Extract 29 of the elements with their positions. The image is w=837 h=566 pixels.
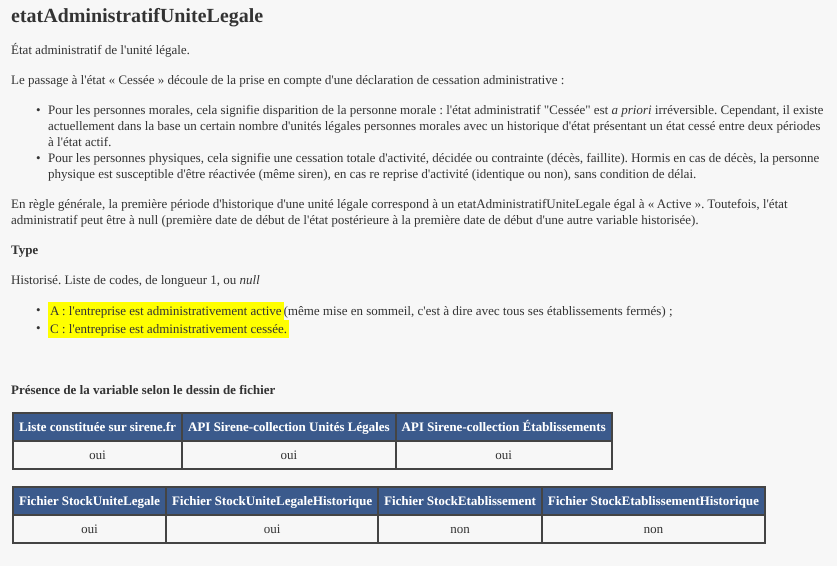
- table-cell: oui: [13, 441, 182, 469]
- type-text: Historisé. Liste de codes, de longueur 1, ou null: [11, 272, 261, 288]
- description-text: État administratif de l'unité légale.: [11, 42, 191, 58]
- table-cell: oui: [396, 441, 612, 469]
- bullet: •: [36, 102, 42, 118]
- bullet: •: [36, 302, 42, 318]
- list-item: Pour les personnes morales, cela signifie disparition de la personne morale : l'état administratif "Cessée" est a priori irréversible. Cependant, il existe actuellement dans la base un certain nombre d'unités légales personnes morales avec un historique d'état présentant un état cessé entre deux périodes à l'état actif.: [48, 102, 824, 150]
- bullet: •: [36, 320, 42, 336]
- intro-text: Le passage à l'état « Cessée » découle de la prise en compte d'une déclaration de cessation administrative :: [11, 72, 566, 88]
- bullet: •: [36, 150, 42, 166]
- column-header: Fichier StockEtablissementHistorique: [542, 487, 765, 515]
- column-header: Fichier StockUniteLegale: [13, 487, 166, 515]
- column-header: API Sirene-collection Établissements: [396, 413, 612, 441]
- column-header: Fichier StockEtablissement: [378, 487, 542, 515]
- page-title: etatAdministratifUniteLegale: [11, 4, 264, 28]
- section-heading: Présence de la variable selon le dessin de fichier: [11, 382, 276, 398]
- table-cell: oui: [166, 515, 378, 543]
- column-header: Liste constituée sur sirene.fr: [13, 413, 182, 441]
- section-heading: Type: [11, 242, 40, 258]
- list-item: Pour les personnes physiques, cela signifie une cessation totale d'activité, décidée ou contrainte (décès, faillite). Hormis en cas de décès, la personne physique est susceptible d'être réactivée (même siren), en cas re reprise d'activité (identique ou non), sans condition de délai.: [48, 150, 820, 182]
- table-cell: non: [378, 515, 542, 543]
- column-header: API Sirene-collection Unités Légales: [182, 413, 396, 441]
- column-header: Fichier StockUniteLegaleHistorique: [166, 487, 378, 515]
- table-cell: oui: [13, 515, 166, 543]
- list-item: A : l'entreprise est administrativement active(même mise en sommeil, c'est à dire avec tous ses établissements fermés) ;: [48, 302, 673, 320]
- list-item: C : l'entreprise est administrativement cessée.: [48, 320, 289, 338]
- note-text: En règle générale, la première période d'historique d'une unité légale correspond à un etatAdministratifUniteLegale égal à « Active ». Toutefois, l'état administratif peut être à null (première date de début de l'état postérieure à la première date de début d'une autre variable historisée).: [11, 196, 789, 228]
- table-cell: non: [542, 515, 765, 543]
- table-cell: oui: [182, 441, 396, 469]
